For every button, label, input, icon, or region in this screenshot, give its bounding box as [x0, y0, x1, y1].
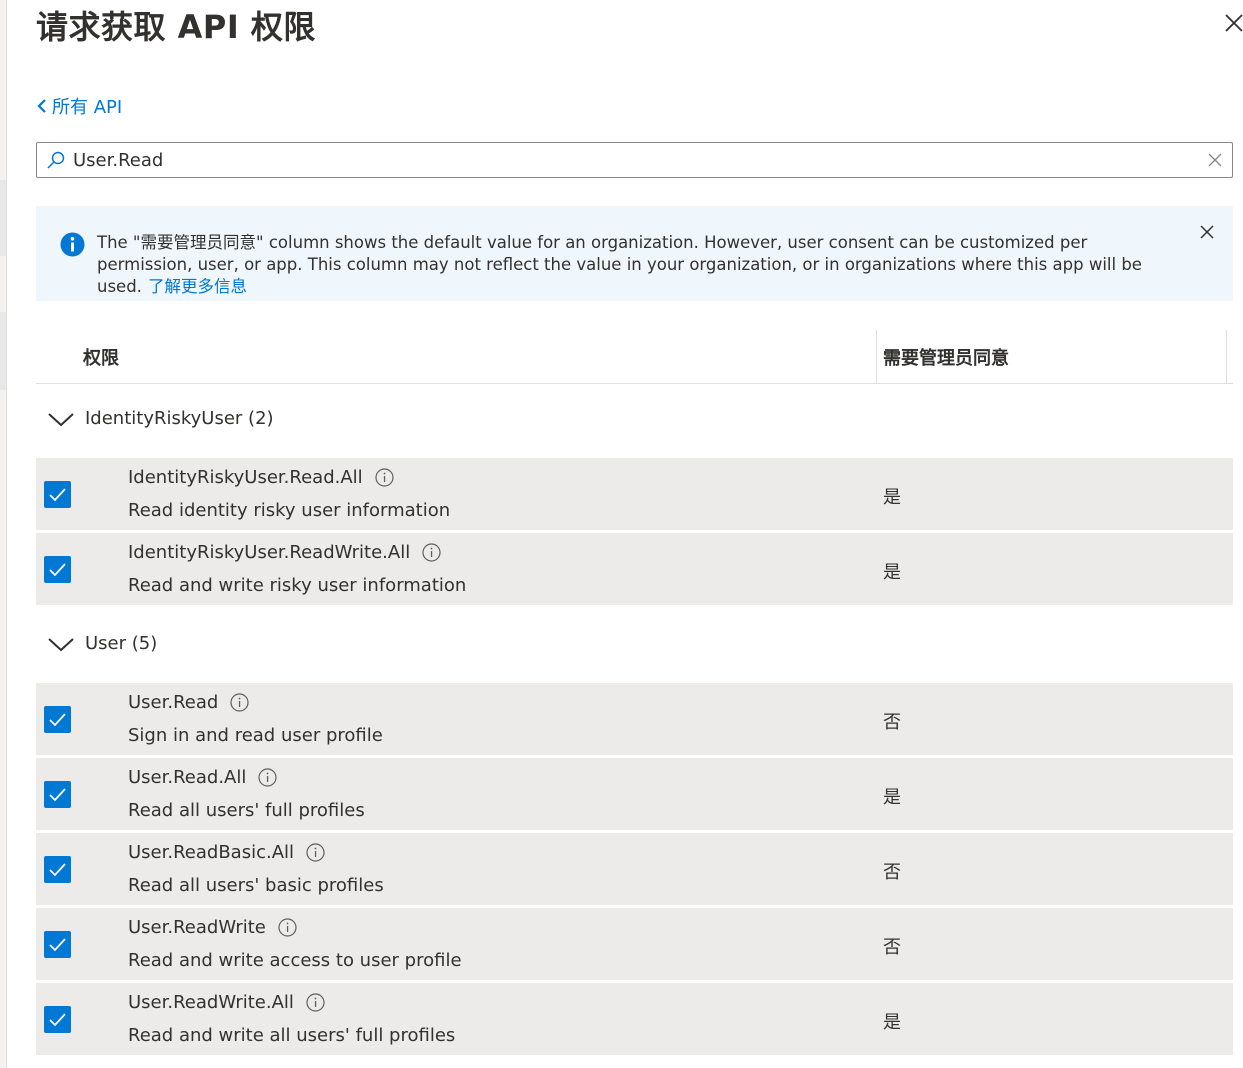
permission-row[interactable]: User.Read Sign in and read user profile … [36, 683, 1233, 755]
permission-name: User.Read.All [128, 767, 277, 788]
permission-description: Read all users' basic profiles [128, 875, 384, 896]
group-toggle-identityriskyuser[interactable]: IdentityRiskyUser (2) [47, 408, 274, 429]
permission-row[interactable]: User.ReadWrite Read and write access to … [36, 908, 1233, 980]
permission-description: Read and write all users' full profiles [128, 1025, 456, 1046]
column-divider[interactable] [876, 330, 877, 383]
group-toggle-user[interactable]: User (5) [47, 633, 157, 654]
permission-description: Read and write risky user information [128, 575, 467, 596]
back-link-label: 所有 API [52, 97, 123, 118]
admin-consent-value: 否 [883, 937, 901, 958]
admin-consent-value: 是 [883, 562, 901, 583]
checkbox-checked-icon[interactable] [44, 1006, 71, 1033]
search-icon [47, 151, 65, 169]
checkbox-checked-icon[interactable] [44, 481, 71, 508]
chevron-down-icon [48, 637, 74, 651]
permission-row[interactable]: IdentityRiskyUser.Read.All Read identity… [36, 458, 1233, 530]
permission-row[interactable]: IdentityRiskyUser.ReadWrite.All Read and… [36, 533, 1233, 605]
permission-name: User.ReadWrite.All [128, 992, 325, 1013]
info-tooltip-icon[interactable] [278, 918, 297, 937]
all-apis-back-link[interactable]: 所有 API [36, 93, 122, 119]
info-tooltip-icon[interactable] [306, 993, 325, 1012]
info-banner-text: The "需要管理员同意" column shows the default v… [97, 232, 1177, 298]
permission-name-label: User.ReadWrite.All [128, 992, 294, 1013]
background-highlight [0, 180, 6, 256]
background-highlight [0, 312, 6, 390]
permission-description: Read and write access to user profile [128, 950, 462, 971]
admin-consent-value: 否 [883, 712, 901, 733]
permission-name-label: User.Read [128, 692, 219, 713]
page-title: 请求获取 API 权限 [36, 8, 316, 46]
learn-more-link[interactable]: 了解更多信息 [148, 277, 247, 296]
chevron-down-icon [48, 412, 74, 426]
permission-search-box[interactable] [36, 142, 1233, 178]
info-tooltip-icon[interactable] [422, 543, 441, 562]
group-label: IdentityRiskyUser (2) [85, 408, 274, 429]
info-tooltip-icon[interactable] [230, 693, 249, 712]
checkbox-checked-icon[interactable] [44, 856, 71, 883]
permission-name: IdentityRiskyUser.Read.All [128, 467, 394, 488]
column-divider[interactable] [1226, 330, 1227, 383]
search-input[interactable] [73, 149, 1193, 171]
admin-consent-value: 是 [883, 787, 901, 808]
permission-description: Read all users' full profiles [128, 800, 365, 821]
info-tooltip-icon[interactable] [375, 468, 394, 487]
permission-name: User.ReadWrite [128, 917, 297, 938]
column-header-permission[interactable]: 权限 [83, 344, 119, 370]
info-icon [60, 232, 85, 257]
info-tooltip-icon[interactable] [306, 843, 325, 862]
permission-name-label: IdentityRiskyUser.Read.All [128, 467, 363, 488]
chevron-left-icon [37, 99, 46, 113]
checkbox-checked-icon[interactable] [44, 931, 71, 958]
permission-row[interactable]: User.Read.All Read all users' full profi… [36, 758, 1233, 830]
info-tooltip-icon[interactable] [258, 768, 277, 787]
checkbox-checked-icon[interactable] [44, 556, 71, 583]
checkbox-checked-icon[interactable] [44, 781, 71, 808]
permissions-table-header: 权限 需要管理员同意 [36, 330, 1233, 384]
admin-consent-value: 是 [883, 1012, 901, 1033]
group-label: User (5) [85, 633, 158, 654]
background-blade [0, 0, 7, 1068]
permission-name: User.Read [128, 692, 249, 713]
checkbox-checked-icon[interactable] [44, 706, 71, 733]
info-banner: The "需要管理员同意" column shows the default v… [36, 206, 1233, 301]
permission-name-label: IdentityRiskyUser.ReadWrite.All [128, 542, 411, 563]
request-api-permissions-panel: 请求获取 API 权限 所有 API The "需要管理员同意" column … [7, 0, 1243, 1068]
permission-name: IdentityRiskyUser.ReadWrite.All [128, 542, 441, 563]
column-header-admin-consent[interactable]: 需要管理员同意 [883, 344, 1009, 370]
permission-description: Sign in and read user profile [128, 725, 383, 746]
permission-row[interactable]: User.ReadWrite.All Read and write all us… [36, 983, 1233, 1055]
permission-row[interactable]: User.ReadBasic.All Read all users' basic… [36, 833, 1233, 905]
permission-name-label: User.ReadBasic.All [128, 842, 295, 863]
close-icon[interactable] [1223, 12, 1243, 34]
permission-description: Read identity risky user information [128, 500, 451, 521]
info-banner-message: The "需要管理员同意" column shows the default v… [97, 233, 1142, 296]
permission-name-label: User.Read.All [128, 767, 247, 788]
dismiss-banner-icon[interactable] [1200, 225, 1214, 239]
permission-name-label: User.ReadWrite [128, 917, 266, 938]
admin-consent-value: 是 [883, 487, 901, 508]
admin-consent-value: 否 [883, 862, 901, 883]
permission-name: User.ReadBasic.All [128, 842, 325, 863]
clear-search-icon[interactable] [1208, 153, 1222, 167]
